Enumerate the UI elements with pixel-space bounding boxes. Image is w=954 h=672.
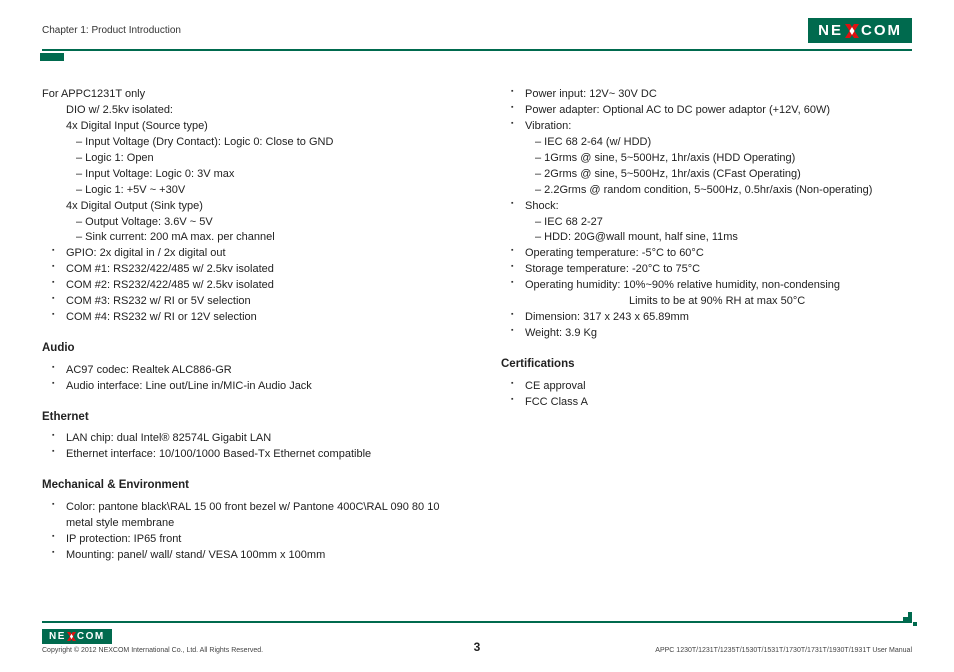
shock-head: Shock: xyxy=(525,200,559,212)
list-item: CE approval xyxy=(515,379,906,395)
list-item: Ethernet interface: 10/100/1000 Based-Tx… xyxy=(56,447,447,463)
list-item: Vibration: – IEC 68 2-64 (w/ HDD) – 1Grm… xyxy=(515,119,906,199)
vib-head: Vibration: xyxy=(525,120,571,132)
list-item: Operating humidity: 10%~90% relative hum… xyxy=(515,278,906,310)
di-head: 4x Digital Input (Source type) xyxy=(42,119,447,135)
header-rule xyxy=(42,49,912,51)
do-head: 4x Digital Output (Sink type) xyxy=(42,199,447,215)
logo-text-right: COM xyxy=(861,22,902,39)
list-item: GPIO: 2x digital in / 2x digital out xyxy=(56,246,447,262)
do-line: – Output Voltage: 3.6V ~ 5V xyxy=(42,215,447,231)
humidity-line2: Limits to be at 90% RH at max 50°C xyxy=(525,295,805,307)
sub-item: – 1Grms @ sine, 5~500Hz, 1hr/axis (HDD O… xyxy=(535,151,906,167)
list-item: COM #4: RS232 w/ RI or 12V selection xyxy=(56,310,447,326)
intro-line: For APPC1231T only xyxy=(42,87,447,103)
sub-item: – 2Grms @ sine, 5~500Hz, 1hr/axis (CFast… xyxy=(535,167,906,183)
logo-x-icon xyxy=(67,632,76,641)
section-audio: Audio xyxy=(42,340,447,357)
env-list: Power input: 12V~ 30V DC Power adapter: … xyxy=(501,87,906,342)
green-tab xyxy=(40,53,64,61)
eth-list: LAN chip: dual Intel® 82574L Gigabit LAN… xyxy=(42,431,447,463)
list-item: Mounting: panel/ wall/ stand/ VESA 100mm… xyxy=(56,548,447,564)
sub-item: – HDD: 20G@wall mount, half sine, 11ms xyxy=(535,230,906,246)
doc-title: APPC 1230T/1231T/1235T/1530T/1531T/1730T… xyxy=(655,647,912,654)
list-item: Operating temperature: -5°C to 60°C xyxy=(515,246,906,262)
do-line: – Sink current: 200 mA max. per channel xyxy=(42,230,447,246)
di-line: – Logic 1: Open xyxy=(42,151,447,167)
list-item: Color: pantone black\RAL 15 00 front bez… xyxy=(56,500,447,532)
logo-x-icon xyxy=(845,24,859,38)
dio-head: DIO w/ 2.5kv isolated: xyxy=(42,103,447,119)
copyright-text: Copyright © 2012 NEXCOM International Co… xyxy=(42,647,263,654)
list-item: LAN chip: dual Intel® 82574L Gigabit LAN xyxy=(56,431,447,447)
list-item: Storage temperature: -20°C to 75°C xyxy=(515,262,906,278)
list-item: Power adapter: Optional AC to DC power a… xyxy=(515,103,906,119)
list-item: Dimension: 317 x 243 x 65.89mm xyxy=(515,310,906,326)
list-item: Power input: 12V~ 30V DC xyxy=(515,87,906,103)
list-item: Weight: 3.9 Kg xyxy=(515,326,906,342)
logo-text-left: NE xyxy=(818,22,843,39)
logo-text-left: NE xyxy=(49,631,66,642)
list-item: COM #1: RS232/422/485 w/ 2.5kv isolated xyxy=(56,262,447,278)
cert-list: CE approval FCC Class A xyxy=(501,379,906,411)
di-line: – Input Voltage (Dry Contact): Logic 0: … xyxy=(42,135,447,151)
io-list: GPIO: 2x digital in / 2x digital out COM… xyxy=(42,246,447,326)
right-column: Power input: 12V~ 30V DC Power adapter: … xyxy=(501,87,906,578)
list-item: FCC Class A xyxy=(515,395,906,411)
list-item: COM #2: RS232/422/485 w/ 2.5kv isolated xyxy=(56,278,447,294)
humidity-line1: Operating humidity: 10%~90% relative hum… xyxy=(525,279,840,291)
list-item: AC97 codec: Realtek ALC886-GR xyxy=(56,363,447,379)
chapter-title: Chapter 1: Product Introduction xyxy=(42,25,181,36)
audio-list: AC97 codec: Realtek ALC886-GR Audio inte… xyxy=(42,363,447,395)
section-ethernet: Ethernet xyxy=(42,409,447,426)
page-footer: NE COM Copyright © 2012 NEXCOM Internati… xyxy=(42,621,912,654)
footer-logo: NE COM xyxy=(42,629,112,644)
list-item: COM #3: RS232 w/ RI or 5V selection xyxy=(56,294,447,310)
footer-rule xyxy=(42,621,912,623)
left-column: For APPC1231T only DIO w/ 2.5kv isolated… xyxy=(42,87,447,578)
sub-item: – IEC 68 2-64 (w/ HDD) xyxy=(535,135,906,151)
list-item: Audio interface: Line out/Line in/MIC-in… xyxy=(56,379,447,395)
list-item: Shock: – IEC 68 2-27 – HDD: 20G@wall mou… xyxy=(515,199,906,247)
sub-item: – 2.2Grms @ random condition, 5~500Hz, 0… xyxy=(535,183,906,199)
di-line: – Input Voltage: Logic 0: 3V max xyxy=(42,167,447,183)
di-line: – Logic 1: +5V ~ +30V xyxy=(42,183,447,199)
sub-item: – IEC 68 2-27 xyxy=(535,215,906,231)
section-mechanical: Mechanical & Environment xyxy=(42,477,447,494)
brand-logo: NE COM xyxy=(808,18,912,43)
corner-icon xyxy=(903,612,917,626)
page-number: 3 xyxy=(474,640,481,654)
section-cert: Certifications xyxy=(501,356,906,373)
mech-list: Color: pantone black\RAL 15 00 front bez… xyxy=(42,500,447,564)
list-item: IP protection: IP65 front xyxy=(56,532,447,548)
logo-text-right: COM xyxy=(77,631,105,642)
